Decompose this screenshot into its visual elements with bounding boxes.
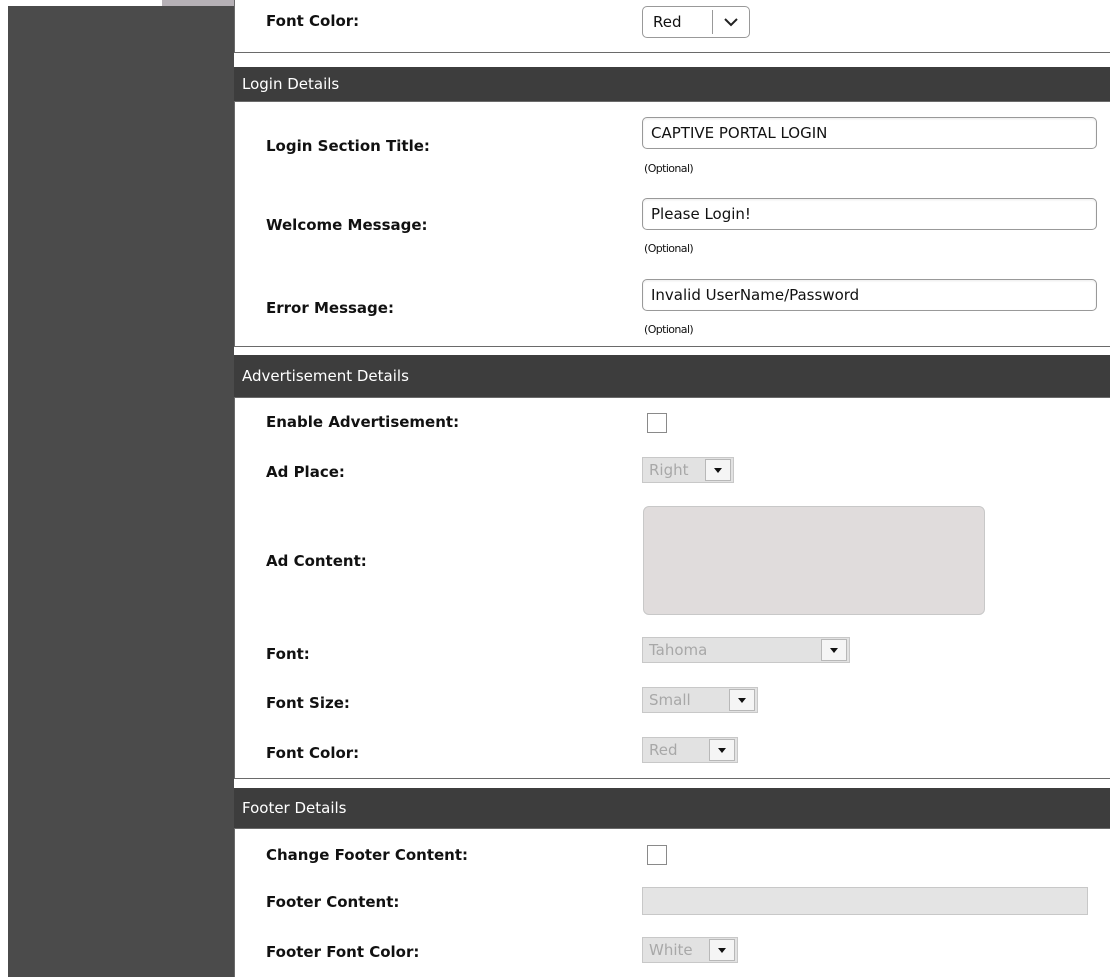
- ad-content-textarea[interactable]: [643, 506, 985, 615]
- footer-font-color-select-value: White: [649, 941, 693, 959]
- ad-place-label: Ad Place:: [266, 463, 345, 481]
- welcome-message-input[interactable]: Please Login!: [642, 198, 1097, 230]
- ad-font-color-label: Font Color:: [266, 744, 360, 762]
- login-details-title: Login Details: [242, 75, 340, 93]
- left-edge-strip: [0, 0, 8, 977]
- login-section-title-input[interactable]: CAPTIVE PORTAL LOGIN: [642, 117, 1097, 149]
- ad-font-size-select[interactable]: Small: [642, 687, 758, 713]
- ad-font-color-select-value: Red: [649, 741, 678, 759]
- triangle-down-icon: [729, 689, 755, 711]
- sidebar: [8, 0, 234, 977]
- change-footer-content-checkbox[interactable]: [647, 845, 667, 865]
- ad-place-select-value: Right: [649, 461, 689, 479]
- welcome-message-hint: (Optional): [644, 242, 694, 255]
- top-edge-white: [0, 0, 162, 6]
- advertisement-details-header: Advertisement Details: [234, 355, 1110, 397]
- font-color-label: Font Color:: [266, 12, 360, 30]
- triangle-down-icon: [705, 459, 731, 481]
- font-color-select[interactable]: Red: [642, 6, 750, 38]
- welcome-message-value: Please Login!: [651, 205, 751, 223]
- error-message-input[interactable]: Invalid UserName/Password: [642, 279, 1097, 311]
- ad-font-size-label: Font Size:: [266, 694, 350, 712]
- welcome-message-label: Welcome Message:: [266, 216, 428, 234]
- change-footer-content-label: Change Footer Content:: [266, 846, 469, 864]
- ad-content-label: Ad Content:: [266, 552, 367, 570]
- enable-advertisement-label: Enable Advertisement:: [266, 413, 460, 431]
- login-section-title-value: CAPTIVE PORTAL LOGIN: [651, 124, 828, 142]
- chevron-down-icon: [713, 17, 749, 27]
- login-section-title-label: Login Section Title:: [266, 137, 430, 155]
- triangle-down-icon: [709, 939, 735, 961]
- error-message-label: Error Message:: [266, 299, 394, 317]
- ad-font-label: Font:: [266, 645, 310, 663]
- login-section-title-hint: (Optional): [644, 162, 694, 175]
- footer-font-color-select[interactable]: White: [642, 937, 738, 963]
- error-message-value: Invalid UserName/Password: [651, 286, 860, 304]
- advertisement-details-title: Advertisement Details: [242, 367, 409, 385]
- login-details-header: Login Details: [234, 67, 1110, 101]
- footer-details-title: Footer Details: [242, 799, 347, 817]
- footer-content-label: Footer Content:: [266, 893, 400, 911]
- footer-content-input[interactable]: [642, 887, 1088, 915]
- font-color-select-value: Red: [653, 13, 682, 31]
- ad-font-select-value: Tahoma: [649, 641, 708, 659]
- ad-place-select[interactable]: Right: [642, 457, 734, 483]
- ad-font-color-select[interactable]: Red: [642, 737, 738, 763]
- ad-font-size-select-value: Small: [649, 691, 691, 709]
- footer-details-header: Footer Details: [234, 788, 1110, 828]
- triangle-down-icon: [821, 639, 847, 661]
- triangle-down-icon: [709, 739, 735, 761]
- enable-advertisement-checkbox[interactable]: [647, 413, 667, 433]
- error-message-hint: (Optional): [644, 323, 694, 336]
- ad-font-select[interactable]: Tahoma: [642, 637, 850, 663]
- footer-font-color-label: Footer Font Color:: [266, 943, 420, 961]
